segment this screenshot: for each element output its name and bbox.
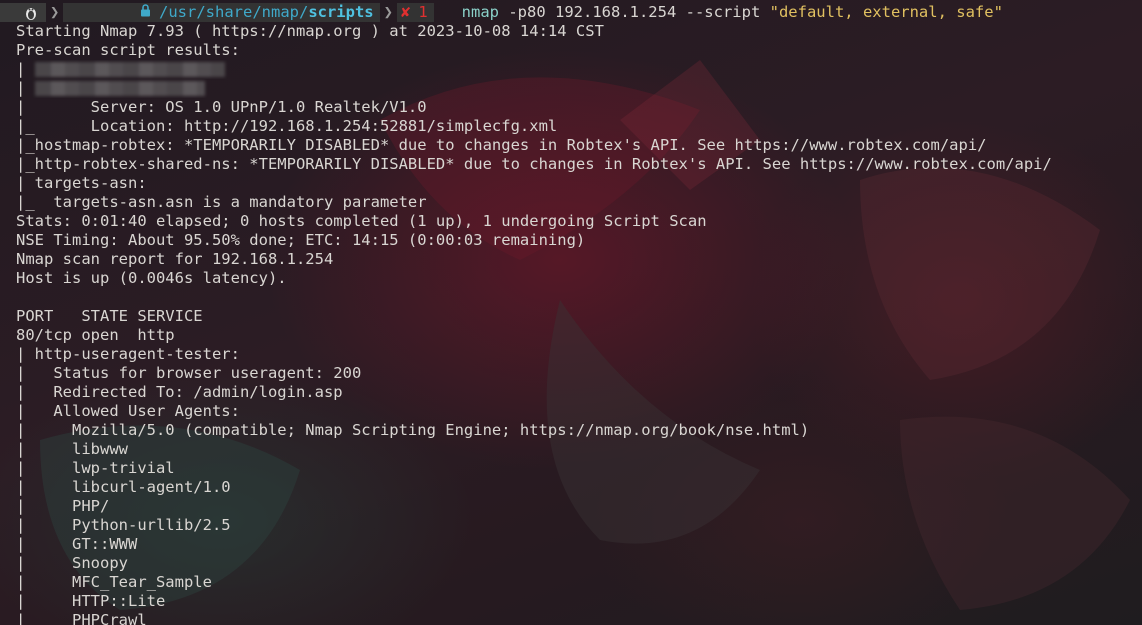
output-line: | xyxy=(16,60,1142,79)
output-line: | HTTP::Lite xyxy=(16,592,166,610)
path-current: scripts xyxy=(308,3,374,21)
output-line: Stats: 0:01:40 elapsed; 0 hosts complete… xyxy=(16,212,707,230)
shell-prompt[interactable]: ❯ /usr/share/nmap/scripts ❯ ✘ 1 nmap -p8… xyxy=(0,3,1003,22)
output-line: NSE Timing: About 95.50% done; ETC: 14:1… xyxy=(16,231,586,249)
output-line: Host is up (0.0046s latency). xyxy=(16,269,287,287)
exit-status-segment: ✘ 1 xyxy=(396,3,434,22)
command-name: nmap xyxy=(461,3,499,21)
output-line: | Mozilla/5.0 (compatible; Nmap Scriptin… xyxy=(16,421,810,439)
path-prefix: /usr/share/nmap/ xyxy=(159,3,309,21)
error-x-icon: ✘ xyxy=(400,3,411,21)
os-segment xyxy=(0,3,46,22)
segment-separator-icon: ❯ xyxy=(50,3,60,21)
output-line: PORT STATE SERVICE xyxy=(16,307,203,325)
command-string: "default, external, safe" xyxy=(769,3,1003,21)
output-line: | Server: OS 1.0 UPnP/1.0 Realtek/V1.0 xyxy=(16,98,427,116)
output-line: | PHPCrawl xyxy=(16,611,147,625)
output-line: | libcurl-agent/1.0 xyxy=(16,478,231,496)
output-line: Nmap scan report for 192.168.1.254 xyxy=(16,250,334,268)
directory-segment: /usr/share/nmap/scripts xyxy=(63,3,380,22)
output-line: | PHP/ xyxy=(16,497,110,515)
output-line: | targets-asn: xyxy=(16,174,147,192)
output-line: |_hostmap-robtex: *TEMPORARILY DISABLED*… xyxy=(16,136,987,154)
command-line[interactable]: nmap -p80 192.168.1.254 --script "defaul… xyxy=(462,3,1003,22)
output-line: | Python-urllib/2.5 xyxy=(16,516,231,534)
output-line: |_ Location: http://192.168.1.254:52881/… xyxy=(16,117,558,135)
output-line: | MFC_Tear_Sample xyxy=(16,573,212,591)
output-line: | xyxy=(16,79,1142,98)
linux-penguin-icon xyxy=(26,7,36,20)
output-line: Pre-scan script results: xyxy=(16,41,240,59)
output-line: | Allowed User Agents: xyxy=(16,402,240,420)
redacted-block xyxy=(34,62,225,77)
output-line: Starting Nmap 7.93 ( https://nmap.org ) … xyxy=(16,22,604,40)
terminal-window[interactable]: ❯ /usr/share/nmap/scripts ❯ ✘ 1 nmap -p8… xyxy=(0,0,1142,625)
output-line: 80/tcp open http xyxy=(16,326,175,344)
output-line: | GT::WWW xyxy=(16,535,138,553)
output-line: | Snoopy xyxy=(16,554,128,572)
segment-separator-icon: ❯ xyxy=(383,3,393,21)
output-line: | Redirected To: /admin/login.asp xyxy=(16,383,343,401)
output-line: |_http-robtex-shared-ns: *TEMPORARILY DI… xyxy=(16,155,1052,173)
command-args: -p80 192.168.1.254 --script xyxy=(499,3,770,21)
output-line: |_ targets-asn.asn is a mandatory parame… xyxy=(16,193,427,211)
exit-code: 1 xyxy=(418,3,428,21)
output-line: | http-useragent-tester: xyxy=(16,345,240,363)
output-line: | libwww xyxy=(16,440,128,458)
output-line: | lwp-trivial xyxy=(16,459,175,477)
output-line: | Status for browser useragent: 200 xyxy=(16,364,362,382)
terminal-output: Starting Nmap 7.93 ( https://nmap.org ) … xyxy=(16,22,1142,625)
redacted-block xyxy=(34,81,205,96)
